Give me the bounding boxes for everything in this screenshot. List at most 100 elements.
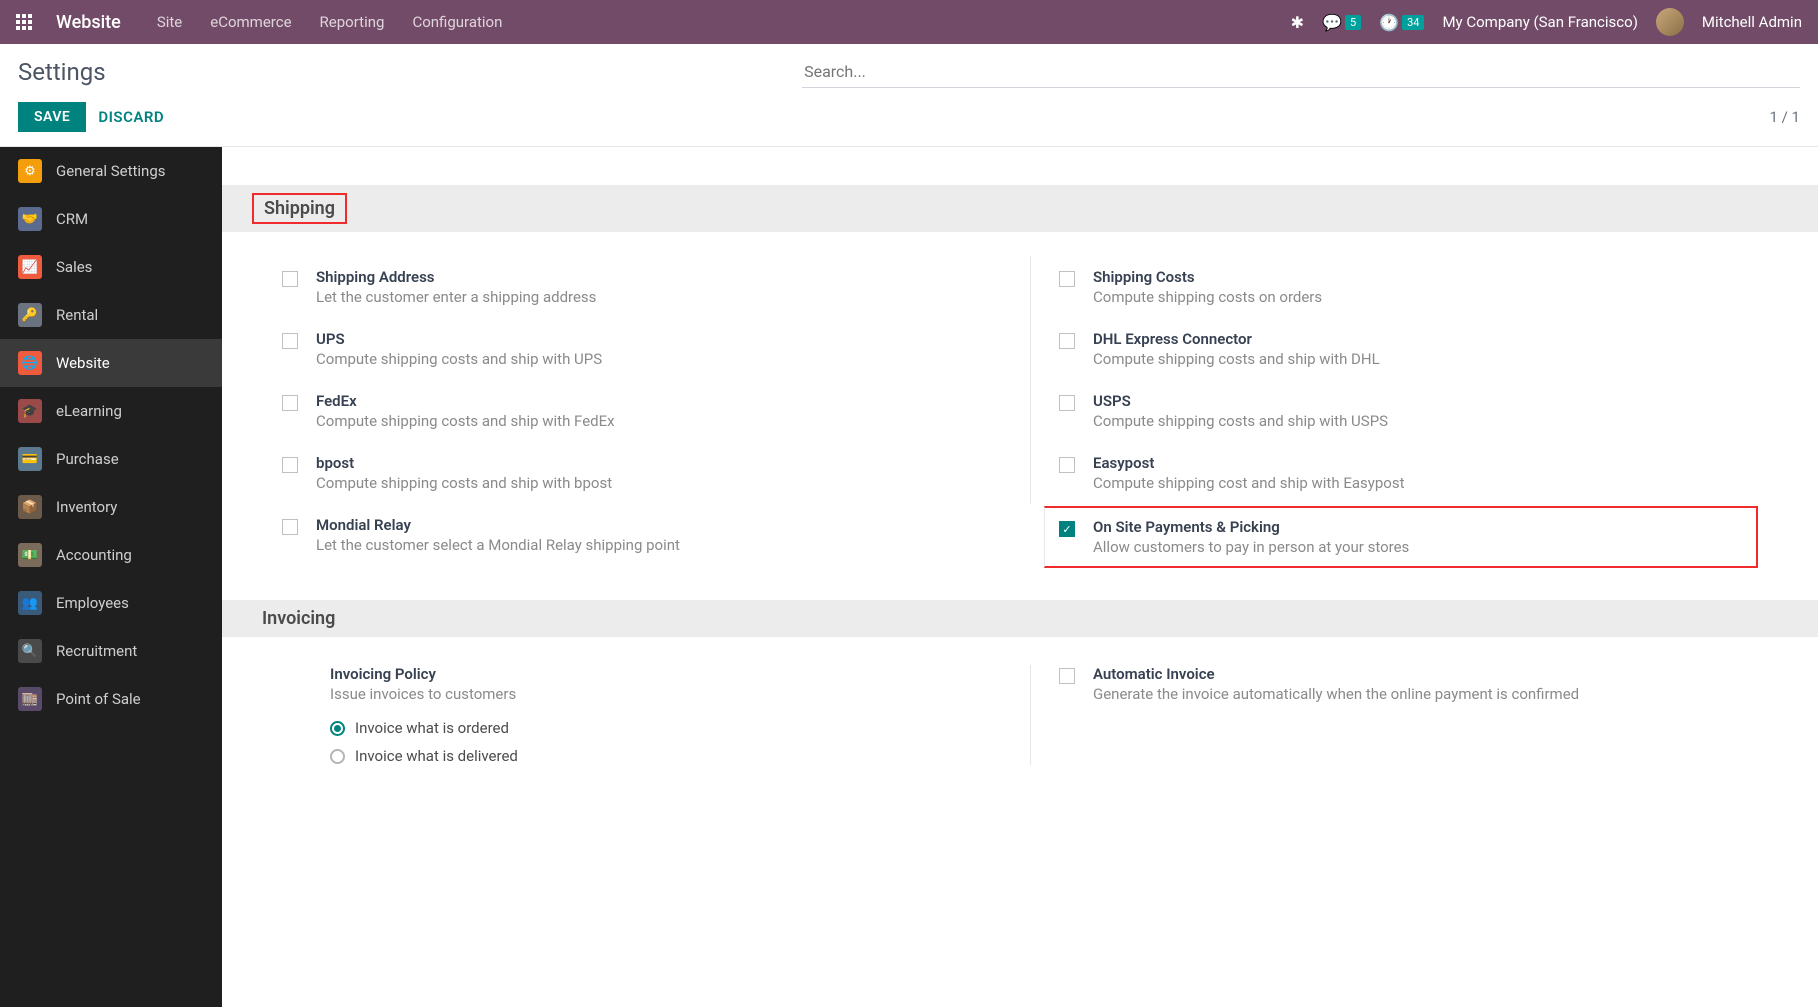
setting-shipping-costs: Shipping Costs Compute shipping costs on … (1030, 256, 1778, 318)
money-icon: 💵 (18, 543, 42, 567)
setting-desc: Compute shipping costs and ship with DHL (1093, 350, 1758, 368)
chat-badge: 5 (1345, 15, 1361, 30)
setting-title: bpost (316, 454, 1010, 472)
section-title-highlight: Shipping (252, 193, 347, 224)
sidebar-item-pos[interactable]: 🏬Point of Sale (0, 675, 222, 723)
sidebar-item-employees[interactable]: 👥 Employees (0, 579, 222, 627)
sidebar-item-accounting[interactable]: 💵Accounting (0, 531, 222, 579)
menu-configuration[interactable]: Configuration (412, 13, 502, 31)
sidebar-item-elearning[interactable]: 🎓 eLearning (0, 387, 222, 435)
sidebar-item-label: CRM (56, 210, 88, 228)
settings-content: Shipping Shipping AddressLet the custome… (222, 147, 1818, 1007)
radio-icon (330, 749, 345, 764)
setting-bpost: bpost Compute shipping costs and ship wit… (282, 442, 1030, 504)
user-name[interactable]: Mitchell Admin (1702, 13, 1802, 31)
checkbox-fedex[interactable] (282, 395, 298, 411)
setting-desc: Compute shipping costs on orders (1093, 288, 1758, 306)
apps-icon[interactable] (16, 14, 32, 30)
discard-button[interactable]: DISCARD (98, 108, 164, 126)
app-title: Website (56, 12, 121, 33)
checkbox-bpost[interactable] (282, 457, 298, 473)
setting-automatic-invoice: Automatic Invoice Generate the invoice a… (1030, 665, 1778, 765)
chat-icon[interactable]: 💬5 (1322, 13, 1361, 32)
setting-desc: Compute shipping costs and ship with bpo… (316, 474, 1010, 492)
graduation-icon: 🎓 (18, 399, 42, 423)
sidebar-item-rental[interactable]: 🔑Rental (0, 291, 222, 339)
setting-desc: Compute shipping costs and ship with UPS (316, 350, 1010, 368)
setting-title: DHL Express Connector (1093, 330, 1758, 348)
key-icon: 🔑 (18, 303, 42, 327)
checkbox-automatic-invoice[interactable] (1059, 668, 1075, 684)
sidebar-item-label: Inventory (56, 498, 117, 516)
menu-reporting[interactable]: Reporting (320, 13, 385, 31)
chart-icon: 📈 (18, 255, 42, 279)
control-bar: Settings SAVE DISCARD 1 / 1 (0, 44, 1818, 147)
setting-title: On Site Payments & Picking (1093, 518, 1740, 536)
sidebar-item-label: Point of Sale (56, 690, 141, 708)
sidebar-item-label: Recruitment (56, 642, 137, 660)
settings-sidebar: ⚙General Settings 🤝 CRM 📈 Sales 🔑Rental 🌐W… (0, 147, 222, 1007)
radio-label: Invoice what is delivered (355, 747, 518, 765)
top-navbar: Website Site eCommerce Reporting Configu… (0, 0, 1818, 44)
setting-desc: Compute shipping costs and ship with Fed… (316, 412, 1010, 430)
sidebar-item-crm[interactable]: 🤝 CRM (0, 195, 222, 243)
magnify-icon: 🔍 (18, 639, 42, 663)
avatar[interactable] (1656, 8, 1684, 36)
setting-easypost: EasypostCompute shipping cost and ship w… (1030, 442, 1778, 504)
sidebar-item-label: Employees (56, 594, 129, 612)
setting-title: Shipping Costs (1093, 268, 1758, 286)
radio-invoice-delivered[interactable]: Invoice what is delivered (330, 747, 1030, 765)
setting-title: USPS (1093, 392, 1758, 410)
handshake-icon: 🤝 (18, 207, 42, 231)
radio-icon (330, 721, 345, 736)
sidebar-item-inventory[interactable]: 📦Inventory (0, 483, 222, 531)
setting-invoicing-policy: Invoicing Policy Issue invoices to custo… (282, 665, 1030, 765)
setting-desc: Issue invoices to customers (330, 685, 1030, 703)
setting-shipping-address: Shipping AddressLet the customer enter a… (282, 256, 1030, 318)
gear-icon: ⚙ (18, 159, 42, 183)
sidebar-item-label: eLearning (56, 402, 122, 420)
checkbox-dhl[interactable] (1059, 333, 1075, 349)
menu-site[interactable]: Site (157, 13, 182, 31)
sidebar-item-general-settings[interactable]: ⚙General Settings (0, 147, 222, 195)
bug-icon[interactable]: ✱ (1291, 13, 1304, 32)
card-icon: 💳 (18, 447, 42, 471)
checkbox-shipping-address[interactable] (282, 271, 298, 287)
sidebar-item-website[interactable]: 🌐Website (0, 339, 222, 387)
section-invoicing-header: Invoicing (222, 600, 1818, 637)
sidebar-item-purchase[interactable]: 💳 Purchase (0, 435, 222, 483)
people-icon: 👥 (18, 591, 42, 615)
setting-title: FedEx (316, 392, 1010, 410)
checkbox-shipping-costs[interactable] (1059, 271, 1075, 287)
setting-ups: UPSCompute shipping costs and ship with … (282, 318, 1030, 380)
setting-desc: Allow customers to pay in person at your… (1093, 538, 1740, 556)
checkbox-ups[interactable] (282, 333, 298, 349)
search-input[interactable] (802, 56, 1800, 88)
section-shipping-header: Shipping (222, 185, 1818, 232)
setting-desc: Let the customer enter a shipping addres… (316, 288, 1010, 306)
page-title: Settings (18, 58, 106, 86)
setting-onsite-payments: ✓ On Site Payments & Picking Allow custom… (1044, 506, 1758, 568)
sidebar-item-label: Purchase (56, 450, 119, 468)
setting-title: Automatic Invoice (1093, 665, 1778, 683)
clock-badge: 34 (1402, 15, 1424, 30)
setting-title: Invoicing Policy (330, 665, 1030, 683)
checkbox-usps[interactable] (1059, 395, 1075, 411)
radio-invoice-ordered[interactable]: Invoice what is ordered (330, 719, 1030, 737)
checkbox-easypost[interactable] (1059, 457, 1075, 473)
globe-icon: 🌐 (18, 351, 42, 375)
menu-ecommerce[interactable]: eCommerce (210, 13, 291, 31)
radio-label: Invoice what is ordered (355, 719, 509, 737)
company-selector[interactable]: My Company (San Francisco) (1442, 13, 1637, 31)
pager: 1 / 1 (1770, 108, 1801, 126)
sidebar-item-label: Sales (56, 258, 92, 276)
setting-dhl: DHL Express Connector Compute shipping co… (1030, 318, 1778, 380)
setting-usps: USPSCompute shipping costs and ship with… (1030, 380, 1778, 442)
checkbox-mondial-relay[interactable] (282, 519, 298, 535)
clock-icon[interactable]: 🕐34 (1379, 13, 1424, 32)
checkbox-onsite-payments[interactable]: ✓ (1059, 521, 1075, 537)
setting-fedex: FedEx Compute shipping costs and ship wit… (282, 380, 1030, 442)
sidebar-item-sales[interactable]: 📈 Sales (0, 243, 222, 291)
sidebar-item-recruitment[interactable]: 🔍 Recruitment (0, 627, 222, 675)
save-button[interactable]: SAVE (18, 102, 86, 132)
